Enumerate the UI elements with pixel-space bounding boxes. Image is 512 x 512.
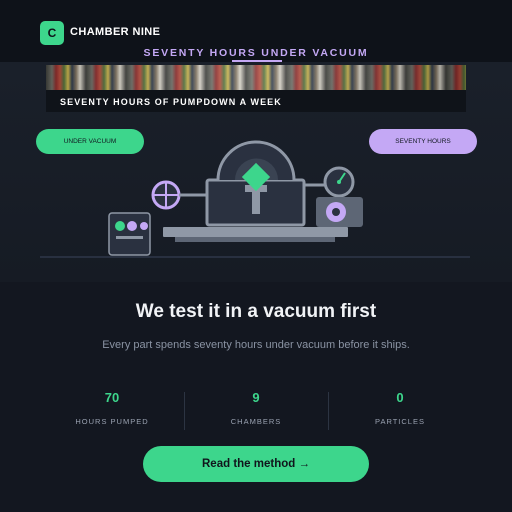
- stat-value: 70: [104, 390, 120, 405]
- photo-caption: SEVENTY HOURS OF PUMPDOWN A WEEK: [60, 97, 282, 107]
- read-method-button[interactable]: Read the method →: [143, 446, 369, 482]
- pressure-gauge-icon: [323, 166, 355, 198]
- stat-label: CHAMBERS: [230, 417, 282, 426]
- page-subtitle: Every part spends seventy hours under va…: [102, 339, 410, 351]
- stat-chambers: 9 CHAMBERS: [184, 390, 328, 426]
- stat-label: PARTICLES: [375, 417, 425, 426]
- vacuum-chamber-illustration: [108, 140, 363, 256]
- logo-icon[interactable]: C: [40, 21, 64, 45]
- seventy-hours-pill: SEVENTY HOURS: [369, 129, 477, 154]
- page-title: We test it in a vacuum first: [135, 301, 377, 322]
- tagline: SEVENTY HOURS UNDER VACUUM: [143, 47, 369, 59]
- hero-photo: [46, 65, 466, 90]
- machine-base: [163, 227, 348, 237]
- stat-value: 9: [252, 390, 260, 405]
- stat-value: 0: [396, 390, 404, 405]
- hero-floor-line: [40, 256, 470, 258]
- brand-name[interactable]: CHAMBER NINE: [70, 26, 160, 38]
- valve-icon: [151, 180, 181, 210]
- stat-particles: 0 PARTICLES: [328, 390, 472, 426]
- control-panel-icon: [108, 212, 151, 256]
- stat-hours-pumped: 70 HOURS PUMPED: [40, 390, 184, 426]
- stat-label: HOURS PUMPED: [75, 417, 149, 426]
